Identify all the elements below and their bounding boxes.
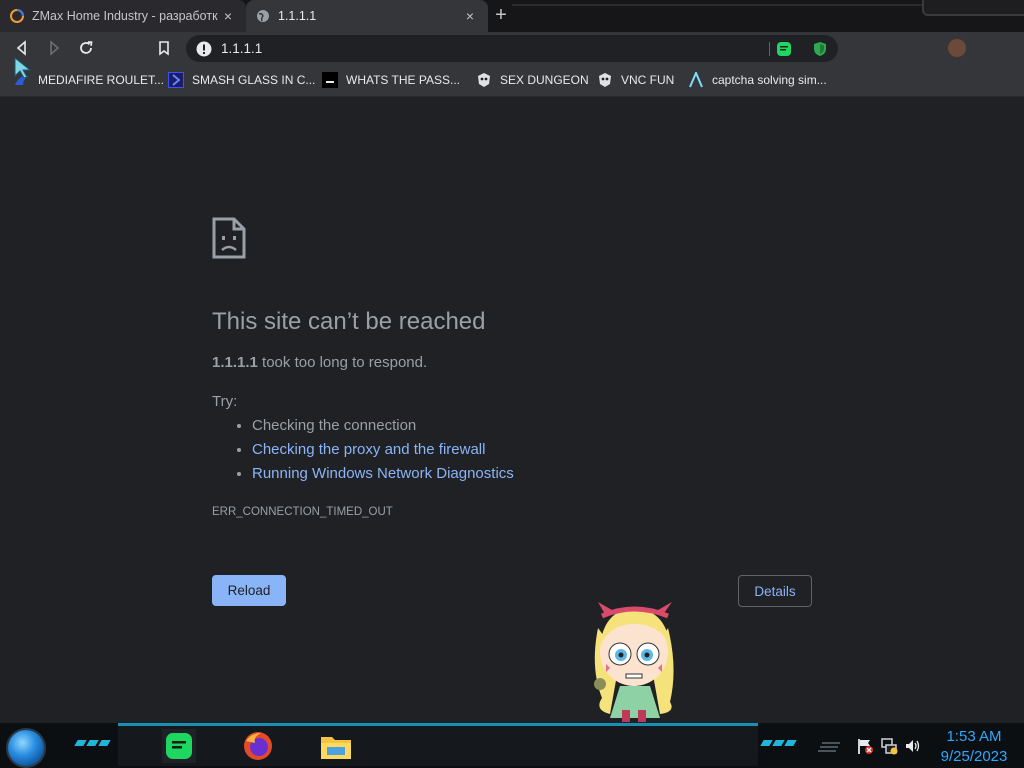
- network-icon[interactable]: [880, 737, 898, 755]
- bookmark-label: SMASH GLASS IN C...: [192, 73, 316, 87]
- error-detail: 1.1.1.1 took too long to respond.: [212, 354, 427, 371]
- suggestion-item: Checking the connection: [252, 414, 514, 438]
- suggestion-item: Running Windows Network Diagnostics: [252, 462, 514, 486]
- globe-icon: [257, 10, 269, 22]
- file-explorer-taskbar-icon[interactable]: [319, 729, 353, 763]
- reload-button[interactable]: Reload: [212, 575, 286, 606]
- bookmark-whats-the-pass[interactable]: WHATS THE PASS...: [322, 64, 460, 96]
- suggestions-list: Checking the connection Checking the pro…: [212, 414, 514, 486]
- flag-alert-icon[interactable]: [856, 737, 874, 755]
- details-button[interactable]: Details: [738, 575, 812, 607]
- mask-icon: [478, 73, 490, 87]
- taskbar-stripes-right: [760, 740, 797, 746]
- firefox-taskbar-icon[interactable]: [241, 729, 275, 763]
- try-label: Try:: [212, 393, 238, 410]
- tab-zmax[interactable]: ZMax Home Industry - разработк ×: [0, 0, 246, 32]
- mask-icon: [599, 73, 611, 87]
- bookmark-label: WHATS THE PASS...: [346, 73, 461, 87]
- chevron-icon: [168, 72, 184, 88]
- back-arrow-icon: [16, 40, 26, 56]
- browser-toolbar: 1.1.1.1: [0, 32, 1024, 85]
- error-host: 1.1.1.1: [212, 354, 258, 371]
- bookmark-sex-dungeon[interactable]: SEX DUNGEON: [476, 64, 589, 96]
- bookmark-button[interactable]: [150, 32, 178, 64]
- error-message: took too long to respond.: [262, 354, 428, 371]
- chat-extension-icon[interactable]: [776, 41, 792, 57]
- reload-browser-button[interactable]: [72, 32, 100, 64]
- taskbar-stripes-left: [74, 740, 111, 746]
- cartoon-mascot-image: [594, 602, 674, 722]
- bookmark-label: MEDIAFIRE ROULET...: [38, 73, 165, 87]
- show-desktop-icon[interactable]: [818, 740, 842, 754]
- tab-strip: ZMax Home Industry - разработк × 1.1.1.1…: [0, 0, 1024, 32]
- bookmark-label: captcha solving sim...: [712, 73, 827, 87]
- suggestion-item: Checking the proxy and the firewall: [252, 438, 514, 462]
- proxy-firewall-link[interactable]: Checking the proxy and the firewall: [252, 441, 485, 458]
- bookmarks-bar: MEDIAFIRE ROULET... SMASH GLASS IN C... …: [0, 64, 1024, 97]
- system-clock[interactable]: 1:53 AM 9/25/2023: [934, 727, 1014, 767]
- address-bar[interactable]: 1.1.1.1: [186, 35, 838, 62]
- network-diagnostics-link[interactable]: Running Windows Network Diagnostics: [252, 465, 514, 482]
- bookmark-label: VNC FUN: [621, 73, 675, 87]
- mouse-cursor-icon: [14, 56, 32, 79]
- clock-time: 1:53 AM: [946, 728, 1002, 745]
- sad-page-icon: [212, 217, 246, 259]
- start-button[interactable]: [8, 730, 44, 766]
- info-icon[interactable]: [196, 41, 212, 57]
- caret-icon: [689, 72, 703, 88]
- tab-close-icon[interactable]: ×: [220, 8, 236, 24]
- zmax-favicon-icon: [10, 9, 24, 23]
- volume-icon[interactable]: [904, 737, 922, 755]
- bookmark-label: SEX DUNGEON: [500, 73, 589, 87]
- refresh-icon: [80, 41, 93, 54]
- taskbar-panel: [118, 726, 758, 766]
- bookmark-icon: [159, 41, 169, 56]
- suggestion-text: Checking the connection: [252, 417, 417, 434]
- new-tab-button[interactable]: +: [490, 4, 512, 26]
- tab-title: ZMax Home Industry - разработк: [32, 9, 218, 23]
- forward-arrow-icon: [50, 40, 60, 56]
- bookmark-smash-glass[interactable]: SMASH GLASS IN C...: [168, 64, 315, 96]
- bookmark-captcha[interactable]: captcha solving sim...: [688, 64, 827, 96]
- error-code: ERR_CONNECTION_TIMED_OUT: [212, 506, 393, 518]
- window-controls[interactable]: [922, 0, 1024, 16]
- address-text[interactable]: 1.1.1.1: [221, 41, 262, 56]
- profile-avatar[interactable]: [948, 39, 966, 57]
- chat-app-taskbar-icon[interactable]: [162, 729, 196, 763]
- tabstrip-decoration: [512, 4, 932, 6]
- forward-button[interactable]: [40, 32, 68, 64]
- shield-extension-icon[interactable]: [812, 41, 828, 57]
- tab-active[interactable]: 1.1.1.1 ×: [246, 0, 488, 32]
- bookmark-mediafire[interactable]: MEDIAFIRE ROULET...: [14, 64, 164, 96]
- tab-close-icon[interactable]: ×: [462, 8, 478, 24]
- clock-date: 9/25/2023: [940, 748, 1008, 765]
- terminal-icon: [322, 72, 338, 88]
- tab-title: 1.1.1.1: [278, 9, 317, 23]
- error-headline: This site can’t be reached: [212, 308, 486, 335]
- address-separator: [769, 42, 770, 56]
- bookmark-vnc-fun[interactable]: VNC FUN: [597, 64, 674, 96]
